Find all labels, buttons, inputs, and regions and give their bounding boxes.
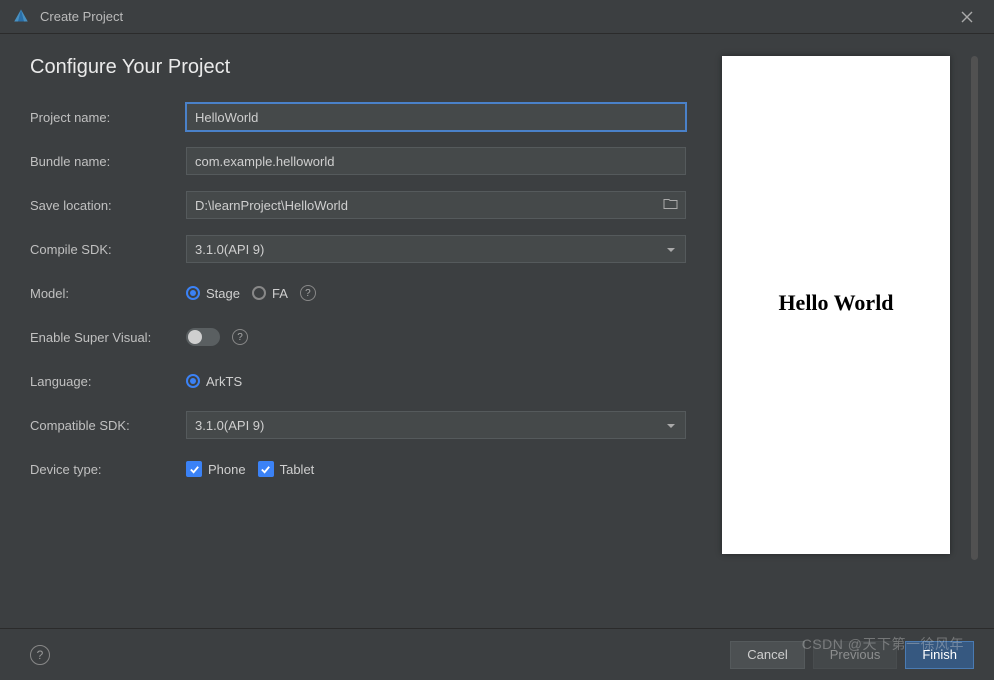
previous-button[interactable]: Previous [813, 641, 898, 669]
device-type-phone-checkbox[interactable]: Phone [186, 461, 246, 477]
language-label: Language: [30, 374, 186, 389]
project-name-label: Project name: [30, 110, 186, 125]
radio-dot-icon [186, 286, 200, 300]
radio-dot-icon [186, 374, 200, 388]
checkmark-icon [186, 461, 202, 477]
save-location-label: Save location: [30, 198, 186, 213]
preview-text: Hello World [778, 290, 893, 316]
super-visual-toggle[interactable] [186, 328, 220, 346]
page-heading: Configure Your Project [30, 56, 702, 79]
model-label: Model: [30, 286, 186, 301]
cancel-label: Cancel [747, 647, 787, 662]
model-radio-stage[interactable]: Stage [186, 286, 240, 301]
project-name-input[interactable] [186, 103, 686, 131]
footer-help-icon[interactable]: ? [30, 645, 50, 665]
compatible-sdk-label: Compatible SDK: [30, 418, 186, 433]
super-visual-label: Enable Super Visual: [30, 330, 186, 345]
language-arkts-label: ArkTS [206, 374, 242, 389]
compatible-sdk-select[interactable]: 3.1.0(API 9) [186, 411, 686, 439]
language-radio-arkts[interactable]: ArkTS [186, 374, 242, 389]
app-logo-icon [12, 8, 30, 26]
compile-sdk-value: 3.1.0(API 9) [195, 242, 264, 257]
compile-sdk-label: Compile SDK: [30, 242, 186, 257]
radio-dot-icon [252, 286, 266, 300]
close-button[interactable] [952, 2, 982, 32]
previous-label: Previous [830, 647, 881, 662]
finish-button[interactable]: Finish [905, 641, 974, 669]
super-visual-help-icon[interactable]: ? [232, 329, 248, 345]
compatible-sdk-value: 3.1.0(API 9) [195, 418, 264, 433]
cancel-button[interactable]: Cancel [730, 641, 804, 669]
model-radio-fa[interactable]: FA [252, 286, 288, 301]
device-type-label: Device type: [30, 462, 186, 477]
device-type-tablet-checkbox[interactable]: Tablet [258, 461, 315, 477]
bundle-name-input[interactable] [186, 147, 686, 175]
window-title: Create Project [40, 9, 123, 24]
save-location-input[interactable] [186, 191, 686, 219]
compile-sdk-select[interactable]: 3.1.0(API 9) [186, 235, 686, 263]
model-fa-label: FA [272, 286, 288, 301]
model-stage-label: Stage [206, 286, 240, 301]
model-help-icon[interactable]: ? [300, 285, 316, 301]
device-tablet-label: Tablet [280, 462, 315, 477]
preview-scrollbar[interactable] [971, 56, 978, 560]
preview-panel: Hello World [722, 56, 950, 554]
finish-label: Finish [922, 647, 957, 662]
device-phone-label: Phone [208, 462, 246, 477]
bundle-name-label: Bundle name: [30, 154, 186, 169]
checkmark-icon [258, 461, 274, 477]
